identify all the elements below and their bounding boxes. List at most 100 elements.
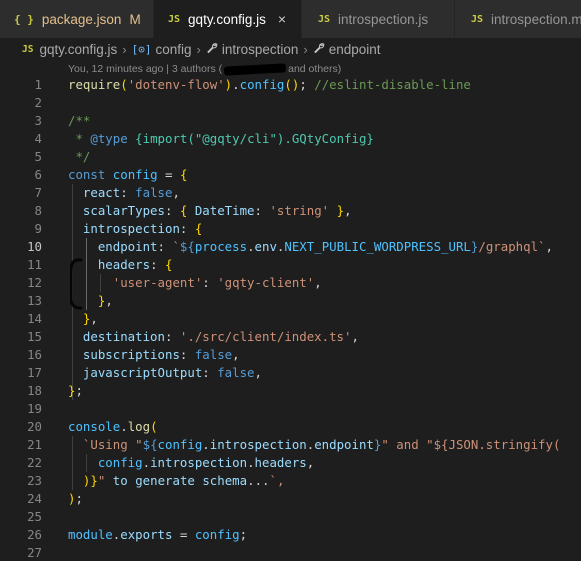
- line-number: 21: [27, 437, 42, 452]
- line-number: 24: [27, 491, 42, 506]
- code-line[interactable]: 5 */: [0, 148, 581, 166]
- wrench-icon: [313, 42, 325, 57]
- breadcrumb-item-file[interactable]: gqty.config.js: [39, 42, 117, 57]
- object-icon: [⊙]: [131, 42, 152, 56]
- code-line[interactable]: 13 },: [0, 292, 581, 310]
- code-text[interactable]: const config = {: [68, 166, 187, 184]
- code-text[interactable]: destination: './src/client/index.ts',: [68, 328, 359, 346]
- line-number: 9: [34, 221, 42, 236]
- line-number: 5: [34, 149, 42, 164]
- code-line[interactable]: 20 console.log(: [0, 418, 581, 436]
- chevron-right-icon: ›: [196, 41, 201, 57]
- code-line[interactable]: 15 destination: './src/client/index.ts',: [0, 328, 581, 346]
- line-number: 20: [27, 419, 42, 434]
- line-number: 4: [34, 131, 42, 146]
- modified-badge: M: [129, 11, 141, 27]
- code-text[interactable]: react: false,: [68, 184, 180, 202]
- line-number: 8: [34, 203, 42, 218]
- line-number: 15: [27, 329, 42, 344]
- line-number: 19: [27, 401, 42, 416]
- line-number: 10: [27, 239, 42, 254]
- tab-label: introspection.js: [338, 11, 429, 27]
- tab-label: gqty.config.js: [188, 11, 266, 27]
- code-line[interactable]: 1 require('dotenv-flow').config(); //esli…: [0, 76, 581, 94]
- code-line[interactable]: 11 headers: {: [0, 256, 581, 274]
- tab-label: introspection.m: [491, 11, 581, 27]
- line-number: 23: [27, 473, 42, 488]
- breadcrumb: JS gqty.config.js › [⊙] config › introsp…: [0, 38, 581, 60]
- blame-others: and others): [288, 63, 342, 75]
- code-text[interactable]: 'user-agent': 'gqty-client',: [68, 274, 322, 292]
- code-line[interactable]: 19: [0, 400, 581, 418]
- code-text[interactable]: );: [68, 490, 83, 508]
- js-file-icon: JS: [471, 13, 484, 25]
- code-line[interactable]: 25: [0, 508, 581, 526]
- code-text[interactable]: `Using "${config.introspection.endpoint}…: [68, 436, 561, 454]
- code-text[interactable]: scalarTypes: { DateTime: 'string' },: [68, 202, 352, 220]
- tab-package-json[interactable]: { } package.json M: [0, 0, 154, 38]
- code-text[interactable]: /**: [68, 112, 90, 130]
- code-line[interactable]: 12 'user-agent': 'gqty-client',: [0, 274, 581, 292]
- code-line[interactable]: 7 react: false,: [0, 184, 581, 202]
- line-number: 2: [34, 95, 42, 110]
- code-line[interactable]: 3 /**: [0, 112, 581, 130]
- redacted-name: [223, 62, 287, 76]
- line-number: 12: [27, 275, 42, 290]
- line-number: 3: [34, 113, 42, 128]
- code-text[interactable]: };: [68, 382, 83, 400]
- code-line[interactable]: 14 },: [0, 310, 581, 328]
- code-text[interactable]: require('dotenv-flow').config(); //eslin…: [68, 76, 471, 94]
- blame-time: You, 12 minutes ago: [68, 63, 164, 75]
- code-text[interactable]: console.log(: [68, 418, 158, 436]
- line-number: 7: [34, 185, 42, 200]
- code-text[interactable]: config.introspection.headers,: [68, 454, 314, 472]
- code-line[interactable]: 9 introspection: {: [0, 220, 581, 238]
- js-file-icon: JS: [22, 43, 34, 55]
- code-line[interactable]: 17 javascriptOutput: false,: [0, 364, 581, 382]
- code-text[interactable]: introspection: {: [68, 220, 202, 238]
- line-number: 25: [27, 509, 42, 524]
- line-number: 14: [27, 311, 42, 326]
- line-number: 26: [27, 527, 42, 542]
- code-line[interactable]: 16 subscriptions: false,: [0, 346, 581, 364]
- line-number: 22: [27, 455, 42, 470]
- breadcrumb-item-introspection[interactable]: introspection: [222, 42, 299, 57]
- code-text[interactable]: */: [68, 148, 90, 166]
- tab-introspection-js[interactable]: JS introspection.js: [302, 0, 455, 38]
- code-line[interactable]: 2: [0, 94, 581, 112]
- breadcrumb-item-config[interactable]: config: [155, 42, 191, 57]
- code-text[interactable]: * @type {import("@gqty/cli").GQtyConfig}: [68, 130, 373, 148]
- code-text[interactable]: javascriptOutput: false,: [68, 364, 262, 382]
- line-number: 11: [27, 257, 42, 272]
- code-line[interactable]: 26 module.exports = config;: [0, 526, 581, 544]
- tab-gqty-config-js[interactable]: JS gqty.config.js ×: [154, 0, 302, 38]
- wrench-icon: [206, 42, 218, 57]
- code-text[interactable]: module.exports = config;: [68, 526, 247, 544]
- js-file-icon: JS: [318, 13, 331, 25]
- code-line[interactable]: 27: [0, 544, 581, 561]
- line-number: 17: [27, 365, 42, 380]
- code-line[interactable]: 4 * @type {import("@gqty/cli").GQtyConfi…: [0, 130, 581, 148]
- line-number: 13: [27, 293, 42, 308]
- code-line[interactable]: 8 scalarTypes: { DateTime: 'string' },: [0, 202, 581, 220]
- chevron-right-icon: ›: [122, 41, 127, 57]
- code-line[interactable]: 10 endpoint: `${process.env.NEXT_PUBLIC_…: [0, 238, 581, 256]
- close-icon[interactable]: ×: [278, 11, 286, 27]
- handwritten-bracket-mark: [70, 258, 83, 310]
- code-line[interactable]: 18};: [0, 382, 581, 400]
- code-line[interactable]: 23 )}" to generate schema...`,: [0, 472, 581, 490]
- chevron-right-icon: ›: [303, 41, 308, 57]
- code-line[interactable]: 22 config.introspection.headers,: [0, 454, 581, 472]
- code-line[interactable]: 24);: [0, 490, 581, 508]
- code-line[interactable]: 21 `Using "${config.introspection.endpoi…: [0, 436, 581, 454]
- code-text[interactable]: )}" to generate schema...`,: [68, 472, 285, 490]
- code-line[interactable]: 6 const config = {: [0, 166, 581, 184]
- code-text[interactable]: endpoint: `${process.env.NEXT_PUBLIC_WOR…: [68, 238, 553, 256]
- breadcrumb-item-endpoint[interactable]: endpoint: [329, 42, 381, 57]
- tab-introspection-m[interactable]: JS introspection.m: [455, 0, 581, 38]
- line-number: 27: [27, 545, 42, 560]
- code-text[interactable]: },: [68, 310, 98, 328]
- json-file-icon: { }: [14, 12, 34, 26]
- git-blame-codelens[interactable]: You, 12 minutes ago | 3 authors (and oth…: [68, 62, 341, 76]
- code-text[interactable]: subscriptions: false,: [68, 346, 240, 364]
